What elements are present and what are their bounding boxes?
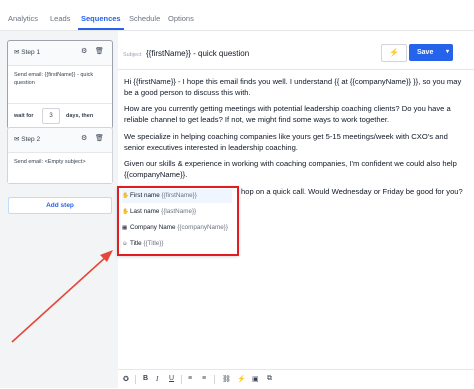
arrow-shaft <box>11 255 108 343</box>
annotation-arrow <box>11 250 113 343</box>
